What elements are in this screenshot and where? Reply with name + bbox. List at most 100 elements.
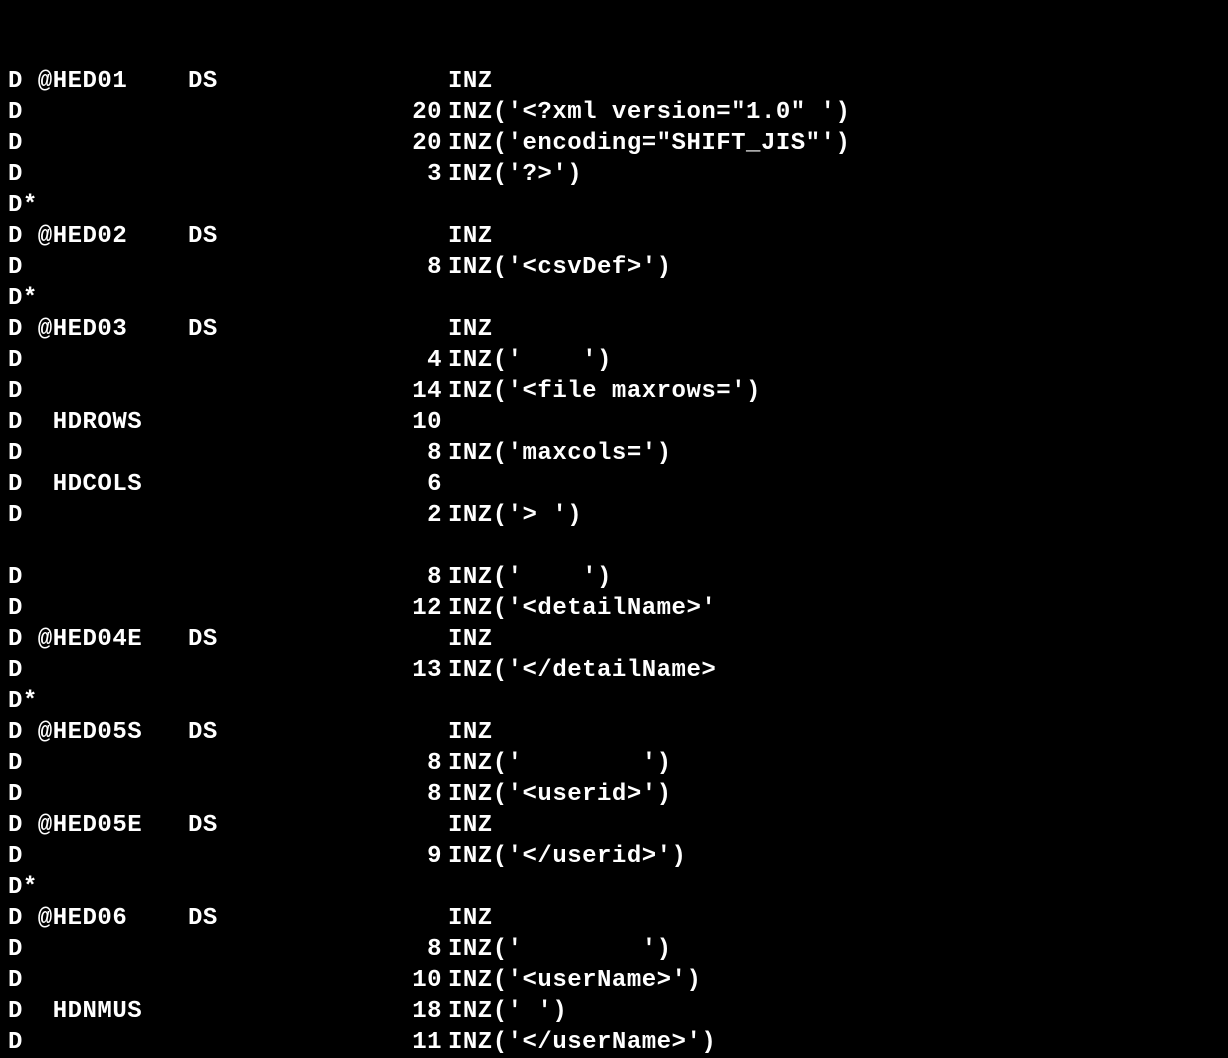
col-length: 8	[368, 779, 448, 810]
col-length: 12	[368, 593, 448, 624]
code-line: D @HED02DS INZ	[8, 221, 1228, 252]
col-keyword: INZ(' ')	[448, 934, 672, 965]
code-line: D HDNMUS18INZ(' ')	[8, 996, 1228, 1027]
col-keyword: INZ('> ')	[448, 500, 582, 531]
col-keyword: INZ('<userid>')	[448, 779, 672, 810]
col-keyword: INZ(' ')	[448, 345, 612, 376]
col-decl: D	[8, 965, 188, 996]
col-decl: D*	[8, 190, 188, 221]
code-line: D @HED04EDS INZ	[8, 624, 1228, 655]
col-decl: D @HED02	[8, 221, 188, 252]
code-line: D HDROWS 10	[8, 407, 1228, 438]
col-decl: D*	[8, 283, 188, 314]
code-line: D*	[8, 872, 1228, 903]
col-decl: D	[8, 748, 188, 779]
code-line: D @HED03DSINZ	[8, 314, 1228, 345]
code-line: D 12INZ('<detailName>'	[8, 593, 1228, 624]
col-keyword: INZ('</detailName>	[448, 655, 716, 686]
col-decl: D @HED03	[8, 314, 188, 345]
col-type: DS	[188, 66, 368, 97]
col-length: 14	[368, 376, 448, 407]
col-length: 9	[368, 841, 448, 872]
code-line: D HDCOLS 6	[8, 469, 1228, 500]
code-line: D @HED05SDS INZ	[8, 717, 1228, 748]
col-length: 8	[368, 252, 448, 283]
col-length: 10	[368, 965, 448, 996]
col-decl: D	[8, 1027, 188, 1058]
col-keyword: INZ(' ')	[448, 996, 567, 1027]
col-decl: D	[8, 438, 188, 469]
col-decl: D	[8, 376, 188, 407]
col-decl: D	[8, 934, 188, 965]
col-keyword: INZ	[448, 624, 493, 655]
col-decl: D	[8, 128, 188, 159]
col-type: DS	[188, 221, 368, 252]
col-decl: D @HED04E	[8, 624, 188, 655]
col-keyword: INZ('maxcols=')	[448, 438, 672, 469]
code-line: D @HED05EDS INZ	[8, 810, 1228, 841]
code-line: D 2INZ('> ')	[8, 500, 1228, 531]
col-keyword: INZ('<?xml version="1.0" ')	[448, 97, 850, 128]
col-keyword: INZ('<userName>')	[448, 965, 701, 996]
col-keyword: INZ('</userid>')	[448, 841, 686, 872]
col-keyword: INZ('<file maxrows=')	[448, 376, 761, 407]
col-length: 2	[368, 500, 448, 531]
col-decl: D @HED01	[8, 66, 188, 97]
col-keyword: INZ(' ')	[448, 748, 672, 779]
col-decl: D	[8, 779, 188, 810]
col-type: DS	[188, 624, 368, 655]
col-length: 8	[368, 934, 448, 965]
col-decl: D*	[8, 872, 188, 903]
code-line: D20INZ('<?xml version="1.0" ')	[8, 97, 1228, 128]
col-keyword: INZ	[448, 66, 493, 97]
col-length: 18	[368, 996, 448, 1027]
col-decl: D	[8, 593, 188, 624]
col-type: DS	[188, 314, 368, 345]
code-line: D*	[8, 283, 1228, 314]
col-type: DS	[188, 810, 368, 841]
code-line: D 3INZ('?>')	[8, 159, 1228, 190]
col-decl: D HDCOLS	[8, 469, 188, 500]
col-keyword: INZ('<csvDef>')	[448, 252, 672, 283]
col-length: 11	[368, 1027, 448, 1058]
col-keyword: INZ	[448, 810, 493, 841]
col-decl: D @HED05S	[8, 717, 188, 748]
col-length: 10	[368, 407, 448, 438]
col-length: 20	[368, 97, 448, 128]
code-line: D 20INZ('encoding="SHIFT_JIS"')	[8, 128, 1228, 159]
col-keyword: INZ('?>')	[448, 159, 582, 190]
col-decl: D	[8, 159, 188, 190]
col-length: 8	[368, 562, 448, 593]
col-length: 6	[368, 469, 448, 500]
code-line: D 4INZ(' ')	[8, 345, 1228, 376]
code-line: D*	[8, 190, 1228, 221]
col-length: 3	[368, 159, 448, 190]
col-type: DS	[188, 717, 368, 748]
col-keyword: INZ('</userName>')	[448, 1027, 716, 1058]
col-decl: D HDROWS	[8, 407, 188, 438]
col-decl: D	[8, 345, 188, 376]
code-line: D 8INZ('maxcols=')	[8, 438, 1228, 469]
col-keyword: INZ	[448, 221, 493, 252]
col-decl: D	[8, 500, 188, 531]
code-line: D 8INZ(' ')	[8, 934, 1228, 965]
col-keyword: INZ	[448, 717, 493, 748]
col-keyword: INZ(' ')	[448, 562, 612, 593]
col-length: 8	[368, 748, 448, 779]
code-line: D 8INZ(' ')	[8, 748, 1228, 779]
code-line: D13INZ('</detailName>	[8, 655, 1228, 686]
col-decl: D	[8, 841, 188, 872]
code-line	[8, 531, 1228, 562]
col-decl: D @HED06	[8, 903, 188, 934]
col-length: 8	[368, 438, 448, 469]
col-decl: D @HED05E	[8, 810, 188, 841]
col-length: 20	[368, 128, 448, 159]
col-type: DS	[188, 903, 368, 934]
code-line: D 11INZ('</userName>')	[8, 1027, 1228, 1058]
col-keyword: INZ('<detailName>'	[448, 593, 716, 624]
col-keyword: INZ('encoding="SHIFT_JIS"')	[448, 128, 850, 159]
col-length: 4	[368, 345, 448, 376]
code-line: D*	[8, 686, 1228, 717]
code-listing: D @HED01DSINZD20INZ('<?xml version="1.0"…	[0, 0, 1228, 1047]
code-line: D8INZ('<csvDef>')	[8, 252, 1228, 283]
